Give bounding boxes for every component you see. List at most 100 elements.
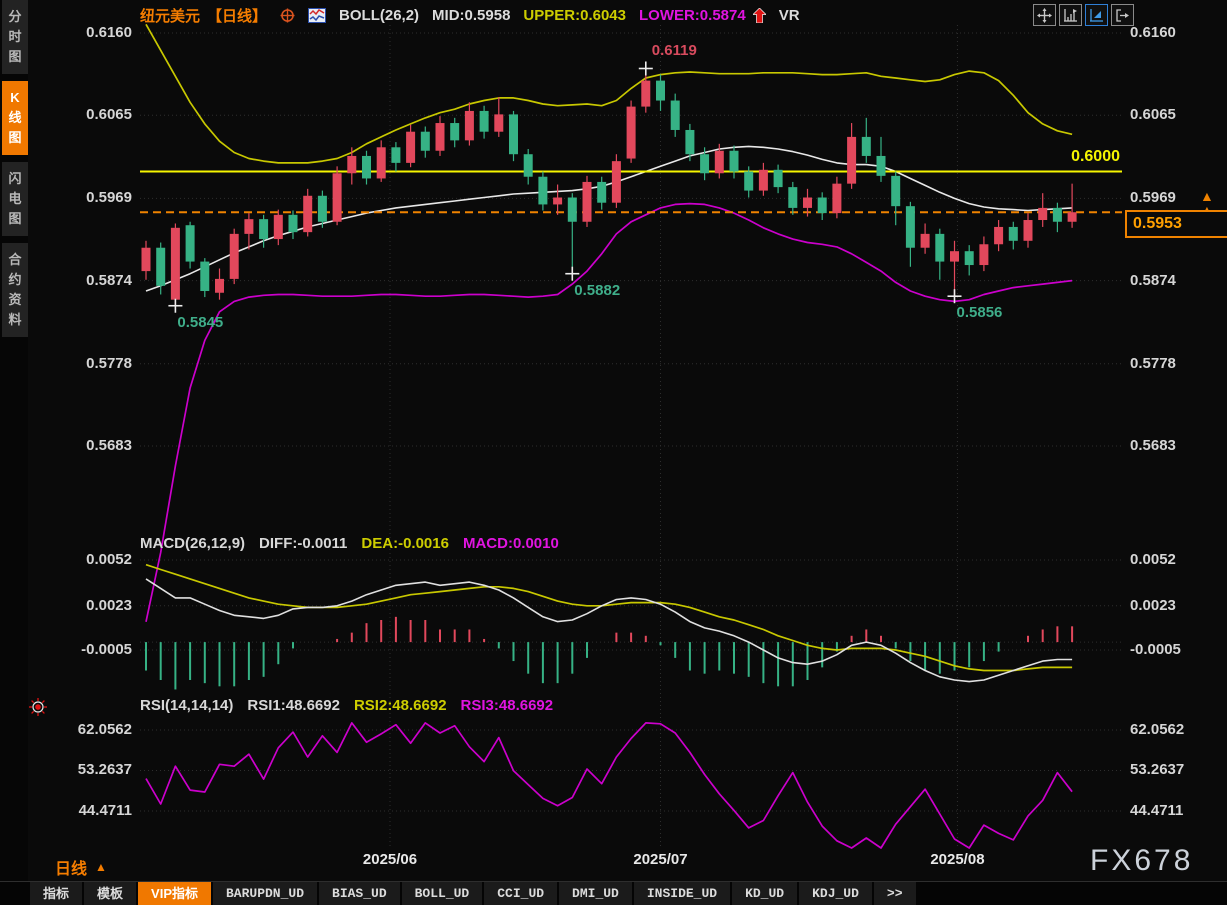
candle-body bbox=[436, 123, 445, 151]
axis-scale-right-button[interactable] bbox=[1085, 4, 1108, 26]
candle-body bbox=[391, 147, 400, 163]
period-badge[interactable]: 【日线】 bbox=[207, 5, 267, 26]
boll-mid-value: MID:0.5958 bbox=[432, 7, 510, 24]
candle-body bbox=[215, 279, 224, 293]
period-selector[interactable]: 日线 ▲ bbox=[55, 855, 107, 879]
indicator-tab-7[interactable]: CCI_UD bbox=[484, 882, 557, 905]
sidebar-item-1[interactable]: 分时图 bbox=[2, 0, 28, 74]
indicator-tab-3[interactable]: VIP指标 bbox=[138, 882, 211, 905]
candle-body bbox=[994, 227, 1003, 244]
candle-body bbox=[685, 130, 694, 154]
indicator-tab-4[interactable]: BARUPDN_UD bbox=[213, 882, 317, 905]
candle-body bbox=[494, 114, 503, 131]
candle-body bbox=[891, 176, 900, 206]
candle-body bbox=[156, 248, 165, 286]
candle-body bbox=[671, 101, 680, 130]
macd-dea-value: DEA:-0.0016 bbox=[361, 535, 449, 552]
candle-body bbox=[950, 251, 959, 261]
candle-body bbox=[450, 123, 459, 140]
candle-body bbox=[774, 170, 783, 187]
vr-indicator-label: VR bbox=[779, 7, 800, 24]
chart-toolbar bbox=[1033, 4, 1134, 26]
macd-label-row: MACD(26,12,9) DIFF:-0.0011 DEA:-0.0016 M… bbox=[140, 535, 559, 552]
candle-body bbox=[171, 228, 180, 300]
candle-body bbox=[935, 234, 944, 262]
candle-body bbox=[406, 132, 415, 163]
boll-mid-band bbox=[146, 146, 1072, 291]
period-text: 日线 bbox=[55, 855, 87, 879]
current-price-box: 0.5953 bbox=[1125, 210, 1227, 238]
candle-body bbox=[421, 132, 430, 151]
boll-upper-band bbox=[146, 24, 1072, 163]
candle-body bbox=[979, 244, 988, 265]
candle-body bbox=[759, 170, 768, 191]
candle-body bbox=[465, 111, 474, 140]
rsi2-value: RSI2:48.6692 bbox=[354, 697, 447, 714]
candle-body bbox=[1009, 227, 1018, 241]
candle-body bbox=[627, 107, 636, 159]
axis-scale-left-button[interactable] bbox=[1059, 4, 1082, 26]
rsi-line bbox=[146, 723, 1072, 848]
period-up-triangle-icon: ▲ bbox=[95, 860, 107, 874]
rsi1-value: RSI1:48.6692 bbox=[247, 697, 340, 714]
sidebar-item-4[interactable]: 合约资料 bbox=[2, 243, 28, 337]
candle-body bbox=[906, 206, 915, 248]
candle-body bbox=[583, 182, 592, 222]
candle-body bbox=[1024, 220, 1033, 241]
candle-body bbox=[1053, 208, 1062, 222]
rsi-indicator-label: RSI(14,14,14) bbox=[140, 697, 233, 714]
sidebar-item-2[interactable]: K线图 bbox=[2, 81, 28, 155]
macd-indicator-label: MACD(26,12,9) bbox=[140, 535, 245, 552]
macd-dea-line bbox=[146, 565, 1072, 671]
candle-body bbox=[788, 187, 797, 208]
resistance-level-label: 0.6000 bbox=[1040, 148, 1120, 166]
candle-body bbox=[377, 147, 386, 178]
candle-body bbox=[553, 198, 562, 205]
macd-diff-line bbox=[146, 579, 1072, 682]
candle-body bbox=[244, 219, 253, 234]
macd-macd-value: MACD:0.0010 bbox=[463, 535, 559, 552]
indicator-tab-8[interactable]: DMI_UD bbox=[559, 882, 632, 905]
boll-lower-value: LOWER:0.5874 bbox=[639, 7, 746, 24]
candle-body bbox=[700, 154, 709, 173]
sidebar-item-3[interactable]: 闪电图 bbox=[2, 162, 28, 236]
trading-app-window: 0.61600.61600.60650.60650.59690.59690.58… bbox=[0, 0, 1227, 905]
fx678-watermark: FX678 bbox=[1090, 844, 1193, 878]
boll-upper-value: UPPER:0.6043 bbox=[523, 7, 626, 24]
pan-move-button[interactable] bbox=[1033, 4, 1056, 26]
candle-body bbox=[847, 137, 856, 184]
symbol-name: 纽元美元 bbox=[140, 5, 200, 26]
candle-body bbox=[1068, 212, 1077, 222]
chart-header: 纽元美元 【日线】 BOLL(26,2) MID:0.5958 UPPER:0.… bbox=[140, 4, 800, 26]
candle-body bbox=[274, 215, 283, 239]
indicator-tab-9[interactable]: INSIDE_UD bbox=[634, 882, 730, 905]
target-crosshair-icon[interactable] bbox=[280, 8, 295, 23]
rsi-label-row: RSI(14,14,14) RSI1:48.6692 RSI2:48.6692 … bbox=[140, 697, 553, 714]
record-dot-icon bbox=[29, 698, 47, 721]
candle-body bbox=[597, 182, 606, 203]
rsi3-value: RSI3:48.6692 bbox=[461, 697, 554, 714]
indicator-tab-12[interactable]: >> bbox=[874, 882, 916, 905]
candle-body bbox=[230, 234, 239, 279]
candle-body bbox=[303, 196, 312, 232]
boll-indicator-label: BOLL(26,2) bbox=[339, 7, 419, 24]
indicator-tab-10[interactable]: KD_UD bbox=[732, 882, 797, 905]
chart-canvas[interactable] bbox=[0, 0, 1227, 905]
candle-body bbox=[744, 172, 753, 191]
indicator-tabbar: 指标模板VIP指标BARUPDN_UDBIAS_UDBOLL_UDCCI_UDD… bbox=[0, 881, 1227, 905]
candle-body bbox=[1038, 208, 1047, 220]
candle-body bbox=[347, 156, 356, 173]
candle-body bbox=[333, 173, 342, 221]
mini-chart-icon[interactable] bbox=[308, 8, 326, 23]
indicator-tab-11[interactable]: KDJ_UD bbox=[799, 882, 872, 905]
candle-body bbox=[480, 111, 489, 132]
candle-body bbox=[612, 161, 621, 203]
up-arrow-icon bbox=[753, 8, 766, 23]
indicator-tab-1[interactable]: 指标 bbox=[30, 882, 82, 905]
boll-lower-band bbox=[146, 204, 1072, 622]
indicator-tab-5[interactable]: BIAS_UD bbox=[319, 882, 400, 905]
indicator-tab-2[interactable]: 模板 bbox=[84, 882, 136, 905]
exit-right-button[interactable] bbox=[1111, 4, 1134, 26]
indicator-tab-6[interactable]: BOLL_UD bbox=[402, 882, 483, 905]
candle-body bbox=[641, 81, 650, 107]
